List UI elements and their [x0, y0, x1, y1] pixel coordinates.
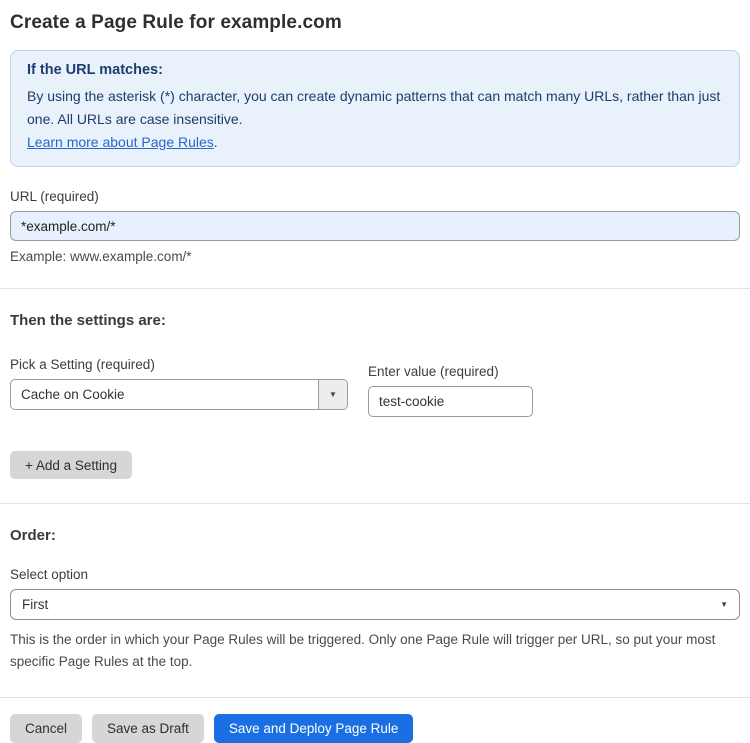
- save-as-draft-button[interactable]: Save as Draft: [92, 714, 204, 743]
- add-setting-button[interactable]: + Add a Setting: [10, 451, 132, 479]
- link-period: .: [213, 134, 218, 150]
- save-and-deploy-button[interactable]: Save and Deploy Page Rule: [213, 714, 414, 743]
- order-select-label: Select option: [10, 567, 89, 582]
- order-help-text: This is the order in which your Page Rul…: [10, 632, 716, 669]
- enter-value-column: Enter value (required): [368, 357, 533, 417]
- setting-value-input[interactable]: [368, 386, 533, 417]
- divider: [0, 697, 750, 698]
- divider: [0, 503, 750, 504]
- footer-actions: Cancel Save as Draft Save and Deploy Pag…: [10, 714, 740, 743]
- learn-more-link[interactable]: Learn more about Page Rules: [27, 134, 214, 150]
- order-select-dropdown[interactable]: First ▼: [10, 589, 740, 620]
- settings-row: Pick a Setting (required) Cache on Cooki…: [10, 357, 740, 417]
- pick-setting-selected-value: Cache on Cookie: [21, 387, 125, 402]
- page-title: Create a Page Rule for example.com: [10, 12, 342, 33]
- enter-value-label: Enter value (required): [368, 364, 499, 379]
- pick-setting-dropdown[interactable]: Cache on Cookie ▼: [10, 379, 348, 410]
- info-link-line: Learn more about Page Rules.: [27, 131, 723, 154]
- order-selected-value: First: [22, 597, 49, 612]
- settings-section-heading: Then the settings are:: [10, 312, 166, 329]
- url-input[interactable]: [10, 211, 740, 241]
- info-box-heading: If the URL matches:: [27, 62, 163, 78]
- cancel-button[interactable]: Cancel: [10, 714, 83, 743]
- chevron-down-icon: ▼: [720, 600, 728, 609]
- url-field-example: Example: www.example.com/*: [10, 249, 192, 264]
- pick-setting-label: Pick a Setting (required): [10, 357, 155, 372]
- divider: [0, 288, 750, 289]
- chevron-down-icon[interactable]: ▼: [318, 380, 347, 409]
- order-section-heading: Order:: [10, 527, 56, 544]
- info-box-body: By using the asterisk (*) character, you…: [27, 88, 721, 127]
- url-match-info-box: If the URL matches: By using the asteris…: [10, 50, 740, 167]
- pick-setting-column: Pick a Setting (required) Cache on Cooki…: [10, 357, 348, 410]
- url-field-label: URL (required): [10, 189, 99, 204]
